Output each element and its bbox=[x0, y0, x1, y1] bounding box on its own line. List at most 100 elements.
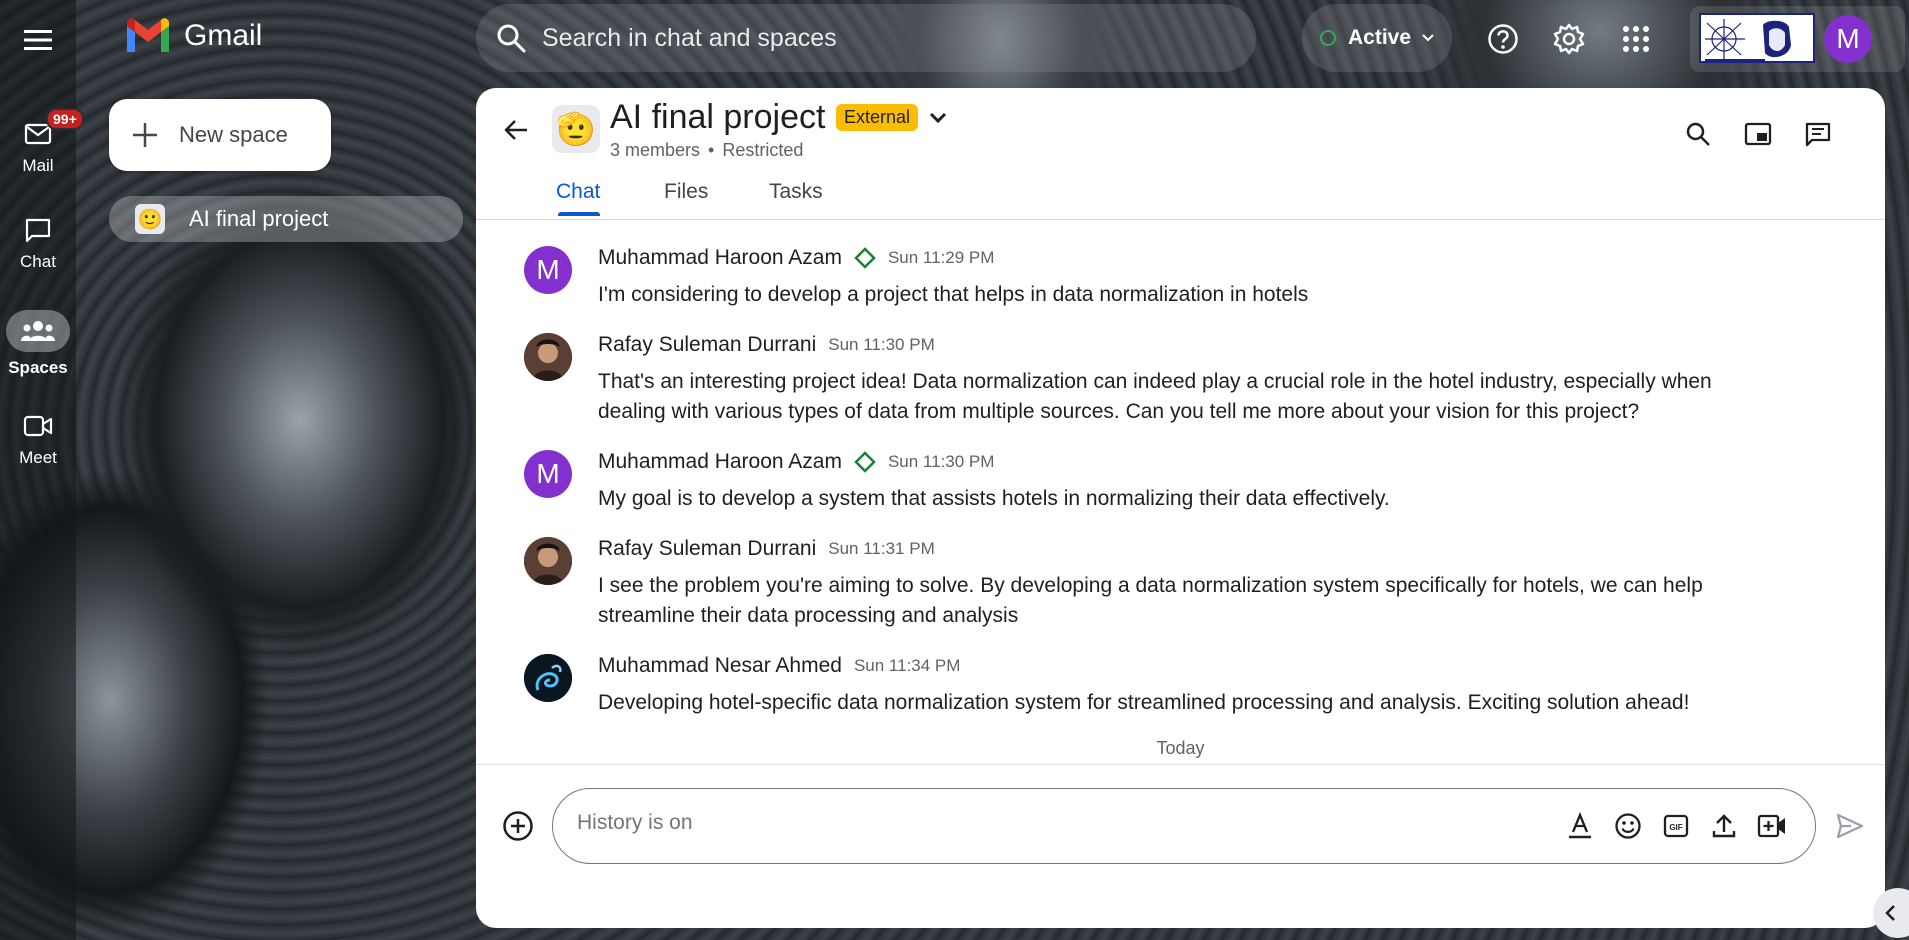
space-panel: 🫡 AI final project External 3 members • Re… bbox=[476, 88, 1885, 928]
arrow-back-icon bbox=[504, 120, 527, 140]
search-in-space-button[interactable] bbox=[1678, 114, 1718, 154]
verified-diamond-icon bbox=[854, 451, 876, 473]
verified-diamond-icon bbox=[854, 247, 876, 269]
svg-text:GIF: GIF bbox=[1669, 823, 1682, 832]
message-composer: GIF bbox=[552, 788, 1816, 864]
message-text: That's an interesting project idea! Data… bbox=[598, 370, 1712, 423]
upload-icon bbox=[1712, 814, 1736, 838]
video-add-icon bbox=[1757, 814, 1785, 838]
sidebar-item-label: AI final project bbox=[189, 206, 329, 231]
rail-label-chat: Chat bbox=[20, 252, 56, 271]
sender-name[interactable]: Muhammad Nesar Ahmed bbox=[598, 654, 842, 678]
apps-button[interactable] bbox=[1617, 20, 1655, 58]
message-header: Rafay Suleman Durrani Sun 11:30 PM bbox=[598, 333, 935, 357]
emoji-button[interactable] bbox=[1611, 809, 1645, 843]
rail-mail-icon-wrap: 99+ bbox=[10, 108, 84, 150]
send-button[interactable] bbox=[1832, 808, 1868, 844]
gif-button[interactable]: GIF bbox=[1659, 809, 1693, 843]
space-meta: 3 members • Restricted bbox=[610, 140, 803, 161]
app-name: Gmail bbox=[184, 19, 263, 52]
external-badge: External bbox=[836, 104, 919, 131]
sender-name[interactable]: Muhammad Haroon Azam bbox=[598, 246, 842, 270]
avatar-dragon-icon bbox=[524, 654, 572, 702]
plus-icon bbox=[133, 123, 157, 147]
threads-button[interactable] bbox=[1798, 114, 1838, 154]
sender-name[interactable]: Muhammad Haroon Azam bbox=[598, 450, 842, 474]
pop-out-button[interactable] bbox=[1738, 114, 1778, 154]
rail-item-mail[interactable]: 99+ Mail bbox=[0, 108, 84, 176]
search-input[interactable] bbox=[542, 23, 1222, 53]
threads-icon bbox=[1805, 122, 1831, 147]
message-text: I see the problem you're aiming to solve… bbox=[598, 574, 1703, 627]
space-title: AI final project bbox=[610, 98, 826, 136]
video-meeting-button[interactable] bbox=[1755, 809, 1789, 843]
send-icon bbox=[1836, 813, 1864, 839]
rail-item-spaces[interactable]: Spaces bbox=[0, 310, 76, 378]
gear-icon bbox=[1553, 23, 1585, 55]
active-tab-indicator bbox=[558, 212, 600, 216]
chat-icon bbox=[25, 218, 51, 243]
message-text: I'm considering to develop a project tha… bbox=[598, 283, 1309, 306]
gif-icon: GIF bbox=[1663, 814, 1689, 838]
date-divider: Today bbox=[1156, 738, 1205, 758]
sender-avatar[interactable]: M bbox=[524, 246, 572, 294]
sender-name[interactable]: Rafay Suleman Durrani bbox=[598, 537, 816, 561]
format-text-button[interactable] bbox=[1563, 809, 1597, 843]
organization-logo bbox=[1699, 13, 1815, 63]
chevron-down-icon bbox=[929, 112, 947, 124]
add-attachment-button[interactable] bbox=[500, 808, 536, 844]
chevron-left-icon bbox=[1885, 905, 1895, 921]
spaces-people-icon bbox=[21, 321, 55, 341]
search-icon bbox=[1686, 122, 1710, 146]
status-label: Active bbox=[1348, 26, 1412, 49]
back-button[interactable] bbox=[496, 110, 536, 150]
space-menu-button[interactable] bbox=[926, 106, 950, 130]
tab-tasks[interactable]: Tasks bbox=[769, 180, 823, 204]
message-text: Developing hotel-specific data normaliza… bbox=[598, 691, 1690, 714]
sidebar-item-ai-final-project[interactable]: 🙂 AI final project bbox=[109, 196, 463, 242]
rail-item-chat[interactable]: Chat bbox=[0, 214, 76, 272]
message-timestamp: Sun 11:34 PM bbox=[853, 656, 961, 675]
message-timestamp: Sun 11:29 PM bbox=[887, 248, 995, 267]
avatar-photo-icon bbox=[524, 537, 572, 585]
message-header: Rafay Suleman Durrani Sun 11:31 PM bbox=[598, 537, 935, 561]
rail-chat-icon-wrap bbox=[10, 214, 66, 246]
hamburger-icon bbox=[24, 30, 52, 50]
mail-unread-badge: 99+ bbox=[46, 108, 84, 130]
sender-avatar[interactable] bbox=[524, 333, 572, 381]
rail-meet-icon-wrap bbox=[10, 410, 66, 442]
search-bar[interactable] bbox=[476, 4, 1256, 72]
help-button[interactable] bbox=[1484, 20, 1522, 58]
settings-button[interactable] bbox=[1550, 20, 1588, 58]
meta-separator: • bbox=[708, 140, 715, 160]
member-count[interactable]: 3 members bbox=[610, 140, 700, 160]
rail-label-mail: Mail bbox=[22, 156, 54, 175]
message-timestamp: Sun 11:31 PM bbox=[828, 539, 935, 558]
main-menu-button[interactable] bbox=[20, 22, 56, 58]
sender-name[interactable]: Rafay Suleman Durrani bbox=[598, 333, 816, 357]
rail-label-meet: Meet bbox=[19, 448, 57, 467]
sender-avatar[interactable]: M bbox=[524, 450, 572, 498]
account-avatar[interactable]: M bbox=[1824, 15, 1872, 63]
divider-line bbox=[476, 764, 1885, 765]
message-text: My goal is to develop a system that assi… bbox=[598, 487, 1390, 510]
rail-item-meet[interactable]: Meet bbox=[0, 410, 76, 468]
side-panel-toggle[interactable] bbox=[1873, 888, 1909, 938]
message-input[interactable] bbox=[577, 811, 1557, 835]
gmail-m-icon bbox=[127, 18, 169, 52]
rail-label-spaces: Spaces bbox=[8, 358, 68, 377]
sender-avatar[interactable] bbox=[524, 537, 572, 585]
upload-file-button[interactable] bbox=[1707, 809, 1741, 843]
tab-chat[interactable]: Chat bbox=[556, 180, 600, 204]
new-space-label: New space bbox=[179, 122, 288, 147]
organization-logo-image bbox=[1701, 15, 1813, 61]
new-space-button[interactable]: New space bbox=[109, 99, 331, 171]
chevron-down-icon bbox=[1422, 34, 1434, 42]
status-selector[interactable]: Active bbox=[1302, 4, 1452, 72]
space-tabs: Chat Files Tasks bbox=[476, 178, 1885, 220]
sender-avatar[interactable] bbox=[524, 654, 572, 702]
space-avatar-emoji[interactable]: 🫡 bbox=[552, 105, 600, 153]
gmail-logo[interactable]: Gmail bbox=[124, 18, 262, 54]
tab-files[interactable]: Files bbox=[664, 180, 708, 204]
status-dot-icon bbox=[1320, 30, 1336, 46]
